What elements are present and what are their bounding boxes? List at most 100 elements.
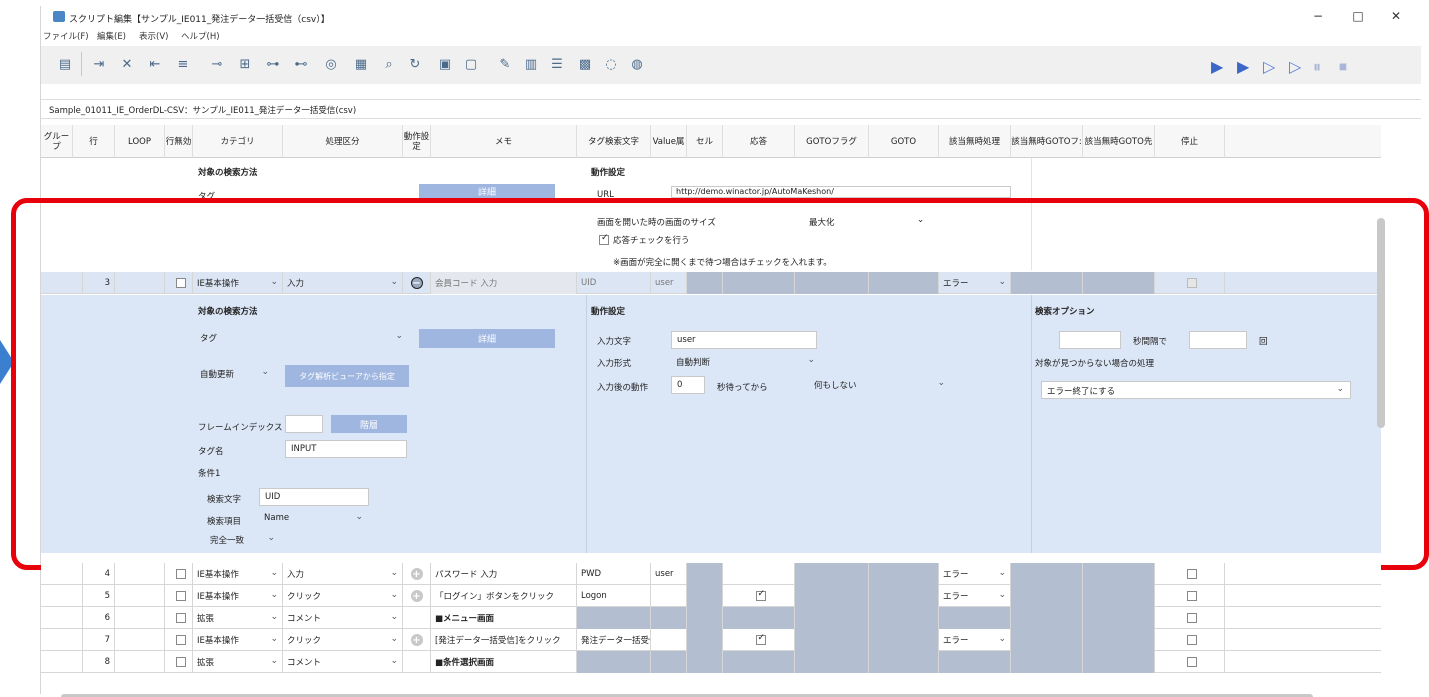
- run-selected-icon[interactable]: ▶: [1237, 57, 1249, 76]
- connector-icon[interactable]: ⊸: [207, 54, 227, 74]
- response-checkbox[interactable]: [755, 635, 766, 645]
- menu-file[interactable]: ファイル(F): [43, 30, 89, 42]
- table-row[interactable]: 6 拡張 ⌄ コメント ⌄ ■メニュー画面: [41, 607, 1381, 629]
- col-value-attr: Value属: [651, 125, 687, 158]
- response-checkbox[interactable]: [755, 591, 766, 601]
- notfound-select[interactable]: エラー: [943, 634, 969, 646]
- url-field[interactable]: http://demo.winactor.jp/AutoMaKeshon/: [671, 186, 1011, 198]
- minimize-button[interactable]: −: [1303, 9, 1333, 25]
- stop-checkbox[interactable]: [1186, 613, 1197, 623]
- insert-row-icon[interactable]: ⇥: [89, 54, 109, 74]
- step-run-2-icon[interactable]: ▷: [1289, 57, 1301, 76]
- row-disable-checkbox[interactable]: [175, 613, 186, 623]
- wrench-icon[interactable]: ✎: [495, 54, 515, 74]
- chevron-down-icon: ⌄: [270, 634, 278, 644]
- stop-checkbox[interactable]: [1186, 591, 1197, 601]
- table-header: グループ 行 LOOP 行無効 カテゴリ 処理区分 動作設定 メモ タグ検索文字…: [41, 125, 1381, 158]
- table-row[interactable]: 8 拡張 ⌄ コメント ⌄ ■条件選択画面: [41, 651, 1381, 673]
- stop-checkbox[interactable]: [1186, 657, 1197, 667]
- category-select[interactable]: IE基本操作: [197, 634, 239, 646]
- memo-cell[interactable]: 「ログイン」ボタンをクリック: [435, 590, 554, 602]
- chevron-down-icon: ⌄: [390, 656, 398, 666]
- chevron-down-icon: ⌄: [998, 634, 1006, 644]
- menu-help[interactable]: ヘルプ(H): [181, 30, 220, 42]
- table-row[interactable]: 7 IE基本操作 ⌄ クリック ⌄ + [発注データ一括受信]をクリック 発注データ一括受信 エ…: [41, 629, 1381, 651]
- refresh-icon[interactable]: ↻: [405, 54, 425, 74]
- category-select[interactable]: IE基本操作: [197, 568, 239, 580]
- search-doc-icon[interactable]: ⌕: [379, 54, 399, 74]
- tag-search-cell[interactable]: PWD: [581, 569, 601, 579]
- tag-search-cell[interactable]: Logon: [581, 591, 607, 601]
- expand-icon[interactable]: +: [410, 590, 423, 602]
- chevron-down-icon: ⌄: [270, 568, 278, 578]
- table-row[interactable]: 5 IE基本操作 ⌄ クリック ⌄ + 「ログイン」ボタンをクリック Logon エラー ⌄: [41, 585, 1381, 607]
- expand-icon[interactable]: +: [410, 634, 423, 646]
- chevron-down-icon: ⌄: [998, 590, 1006, 600]
- vertical-scrollbar[interactable]: [1377, 218, 1385, 428]
- maximize-button[interactable]: □: [1343, 9, 1373, 25]
- run-icon[interactable]: ▶: [1211, 57, 1223, 76]
- process-select[interactable]: コメント: [287, 612, 321, 624]
- row-number[interactable]: 7: [105, 635, 110, 645]
- chevron-down-icon: ⌄: [390, 590, 398, 600]
- notfound-select[interactable]: エラー: [943, 568, 969, 580]
- list-icon[interactable]: ☰: [547, 54, 567, 74]
- expand-icon[interactable]: +: [410, 568, 423, 580]
- row-disable-checkbox[interactable]: [175, 591, 186, 601]
- process-select[interactable]: クリック: [287, 590, 321, 602]
- move-row-icon[interactable]: ⇤: [145, 54, 165, 74]
- capture-icon[interactable]: ▢: [461, 54, 481, 74]
- menu-edit[interactable]: 編集(E): [97, 30, 126, 42]
- detail-button-prev[interactable]: 詳細: [419, 184, 555, 198]
- process-select[interactable]: コメント: [287, 656, 321, 668]
- link-icon[interactable]: ⊷: [291, 54, 311, 74]
- value-attr-cell[interactable]: user: [655, 569, 674, 579]
- row-disable-checkbox[interactable]: [175, 657, 186, 667]
- stop-checkbox[interactable]: [1186, 569, 1197, 579]
- row-number[interactable]: 6: [105, 613, 110, 623]
- col-notfound-goto-dest: 該当無時GOTO先: [1083, 125, 1155, 158]
- save-icon[interactable]: ▤: [55, 54, 75, 74]
- category-select[interactable]: 拡張: [197, 612, 214, 624]
- row-number[interactable]: 8: [105, 657, 110, 667]
- col-loop: LOOP: [115, 125, 165, 158]
- chevron-down-icon: ⌄: [270, 590, 278, 600]
- picture-icon[interactable]: ▩: [575, 54, 595, 74]
- row-disable-checkbox[interactable]: [175, 635, 186, 645]
- col-notfound: 該当無時処理: [939, 125, 1011, 158]
- flow-list-icon[interactable]: ◍: [627, 54, 647, 74]
- memo-cell[interactable]: [発注データ一括受信]をクリック: [435, 634, 561, 646]
- globe-icon[interactable]: ◎: [321, 54, 341, 74]
- chain-icon[interactable]: ⊶: [263, 54, 283, 74]
- row-number[interactable]: 4: [105, 569, 110, 579]
- close-button[interactable]: ✕: [1381, 9, 1411, 25]
- memo-cell[interactable]: ■メニュー画面: [435, 612, 494, 624]
- stop-checkbox[interactable]: [1186, 635, 1197, 645]
- indent-icon[interactable]: ≡: [173, 54, 193, 74]
- process-select[interactable]: クリック: [287, 634, 321, 646]
- doc-icon[interactable]: ▥: [521, 54, 541, 74]
- chevron-down-icon: ⌄: [390, 568, 398, 578]
- all-icon[interactable]: ◌: [601, 54, 621, 74]
- app-icon: [53, 11, 65, 22]
- pause-icon[interactable]: ⏸: [1313, 57, 1321, 77]
- memo-cell[interactable]: パスワード 入力: [435, 568, 497, 580]
- tag-search-cell[interactable]: 発注データ一括受信: [581, 634, 650, 646]
- category-select[interactable]: 拡張: [197, 656, 214, 668]
- col-category: カテゴリ: [193, 125, 283, 158]
- memo-cell[interactable]: ■条件選択画面: [435, 656, 494, 668]
- table-row[interactable]: 4 IE基本操作 ⌄ 入力 ⌄ + パスワード 入力 PWD user エラー ⌄: [41, 563, 1381, 585]
- process-select[interactable]: 入力: [287, 568, 304, 580]
- menu-view[interactable]: 表示(V): [139, 30, 168, 42]
- delete-row-icon[interactable]: ✕: [117, 54, 137, 74]
- col-action-settings: 動作設定: [403, 125, 431, 158]
- image-icon[interactable]: ▦: [351, 54, 371, 74]
- stop-icon[interactable]: ⏹: [1339, 57, 1347, 77]
- row-disable-checkbox[interactable]: [175, 569, 186, 579]
- analyze-icon[interactable]: ▣: [435, 54, 455, 74]
- tag-tree-icon[interactable]: ⊞: [235, 54, 255, 74]
- row-number[interactable]: 5: [105, 591, 110, 601]
- notfound-select[interactable]: エラー: [943, 590, 969, 602]
- step-run-icon[interactable]: ▷: [1263, 57, 1275, 76]
- category-select[interactable]: IE基本操作: [197, 590, 239, 602]
